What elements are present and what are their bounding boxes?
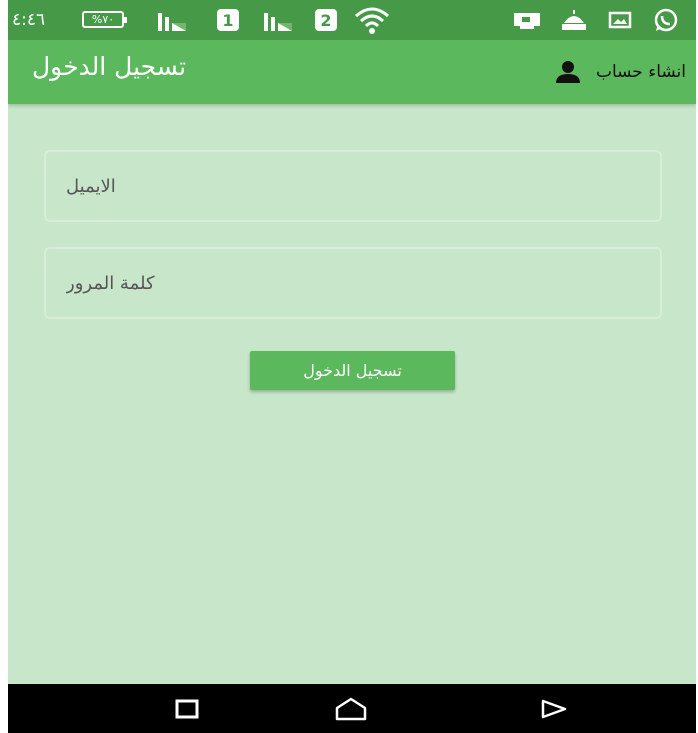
home-button[interactable] xyxy=(311,684,391,733)
status-bar: ٤:٤٦ %٧٠ 1 2 xyxy=(8,0,696,40)
home-icon xyxy=(335,697,367,720)
image-icon xyxy=(608,11,632,29)
cast-icon xyxy=(514,13,540,29)
back-icon xyxy=(541,699,567,718)
password-field-container xyxy=(44,247,662,319)
navigation-bar xyxy=(8,684,696,733)
app-screen: ٤:٤٦ %٧٠ 1 2 تسجيل الدخول انشاء حساب الا… xyxy=(8,0,696,733)
status-time: ٤:٤٦ xyxy=(12,10,46,30)
create-account-label: انشاء حساب xyxy=(595,62,686,82)
app-bar: تسجيل الدخول انشاء حساب xyxy=(8,40,696,104)
email-field-container xyxy=(44,150,662,222)
login-button[interactable]: تسجيل الدخول xyxy=(250,351,455,390)
signal-icon xyxy=(264,13,292,31)
create-account-button[interactable]: انشاء حساب xyxy=(554,56,686,88)
page-title: تسجيل الدخول xyxy=(32,52,187,81)
recents-icon xyxy=(175,699,199,718)
wifi-icon xyxy=(355,7,389,34)
password-field[interactable] xyxy=(46,249,660,317)
sim-badge-1: 2 xyxy=(315,9,337,31)
email-field[interactable] xyxy=(46,152,660,220)
whatsapp-icon xyxy=(654,8,678,32)
person-icon xyxy=(555,61,580,83)
mosque-icon xyxy=(562,10,586,30)
back-button[interactable] xyxy=(514,684,594,733)
sim-badge-2: 1 xyxy=(217,9,239,31)
signal-icon xyxy=(158,13,186,31)
recents-button[interactable] xyxy=(147,684,227,733)
battery-indicator: %٧٠ xyxy=(82,11,127,28)
